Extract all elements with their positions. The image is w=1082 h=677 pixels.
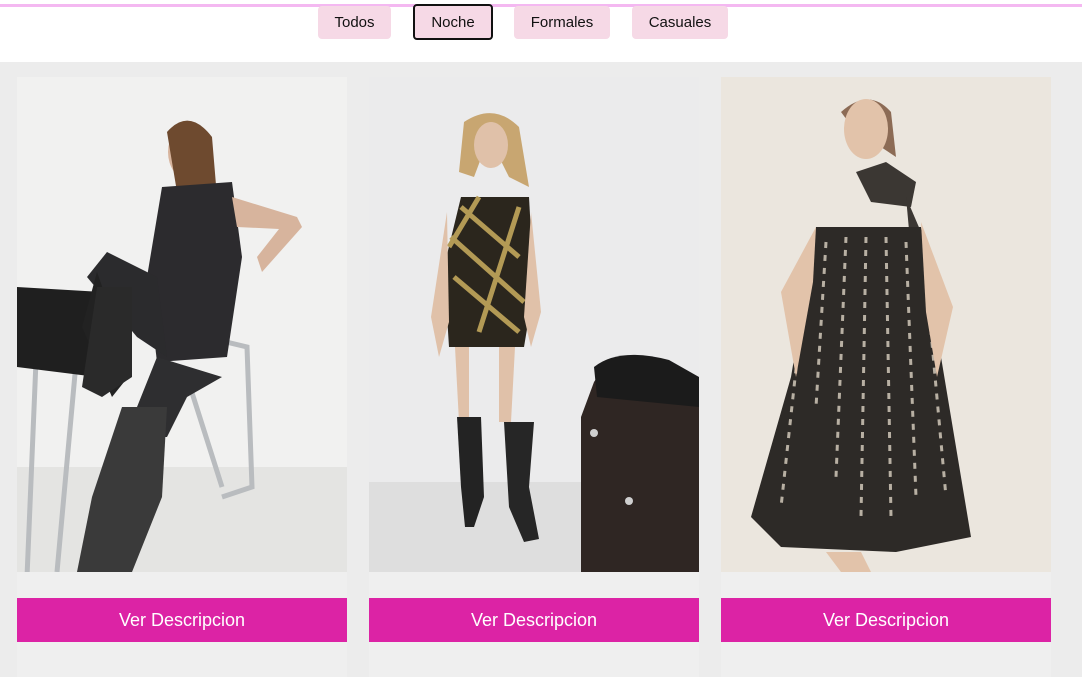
view-description-button[interactable]: Ver Descripcion [369, 598, 699, 642]
product-card: Ver Descripcion [369, 77, 699, 677]
product-card: Ver Descripcion [17, 77, 347, 677]
filter-casuales-button[interactable]: Casuales [632, 6, 728, 39]
filter-noche-button[interactable]: Noche [413, 4, 493, 40]
view-description-button[interactable]: Ver Descripcion [721, 598, 1051, 642]
product-image[interactable] [17, 77, 347, 572]
product-card: Ver Descripcion [721, 77, 1051, 677]
product-image[interactable] [721, 77, 1051, 572]
filter-todos-button[interactable]: Todos [318, 6, 391, 39]
category-filter-bar: Todos Noche Formales Casuales [0, 4, 1082, 42]
header-bar: Todos Noche Formales Casuales [0, 0, 1082, 62]
view-description-button[interactable]: Ver Descripcion [17, 598, 347, 642]
product-image[interactable] [369, 77, 699, 572]
filter-formales-button[interactable]: Formales [514, 6, 610, 39]
